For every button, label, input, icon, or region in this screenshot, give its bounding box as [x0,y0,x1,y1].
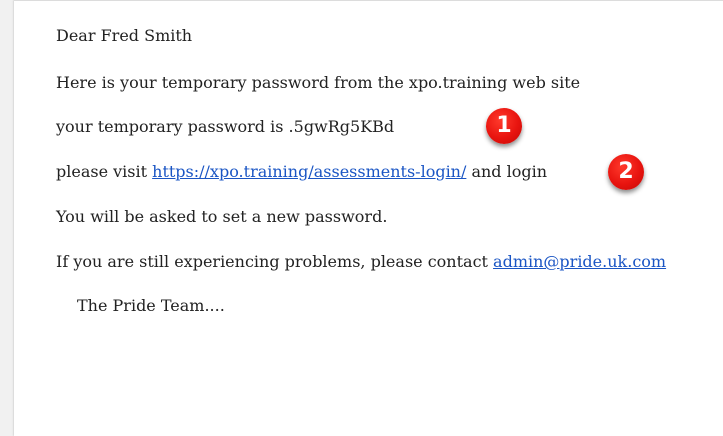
password-line: your temporary password is .5gwRg5KBd [56,117,394,137]
password-value: .5gwRg5KBd [288,117,395,136]
visit-label: please visit [56,162,153,181]
problems-label: If you are still experiencing problems, … [56,252,494,271]
problems-line: If you are still experiencing problems, … [56,252,666,272]
new-password-notice: You will be asked to set a new password. [56,207,388,226]
intro-text: Here is your temporary password from the… [56,73,581,92]
greeting: Dear Fred Smith [56,26,193,45]
assessments-login-link[interactable]: https://xpo.training/assessments-login/ [152,162,466,181]
visit-line: please visit https://xpo.training/assess… [56,162,547,182]
divider [14,0,723,1]
password-label: your temporary password is [56,117,289,136]
contact-email-link[interactable]: admin@pride.uk.com [493,252,666,271]
email-body: Dear Fred Smith Here is your temporary p… [14,0,723,436]
annotation-badge-1: 1 [486,108,522,144]
annotation-badge-2: 2 [608,154,644,190]
visit-suffix: and login [466,162,548,181]
signoff: The Pride Team.... [77,296,225,315]
